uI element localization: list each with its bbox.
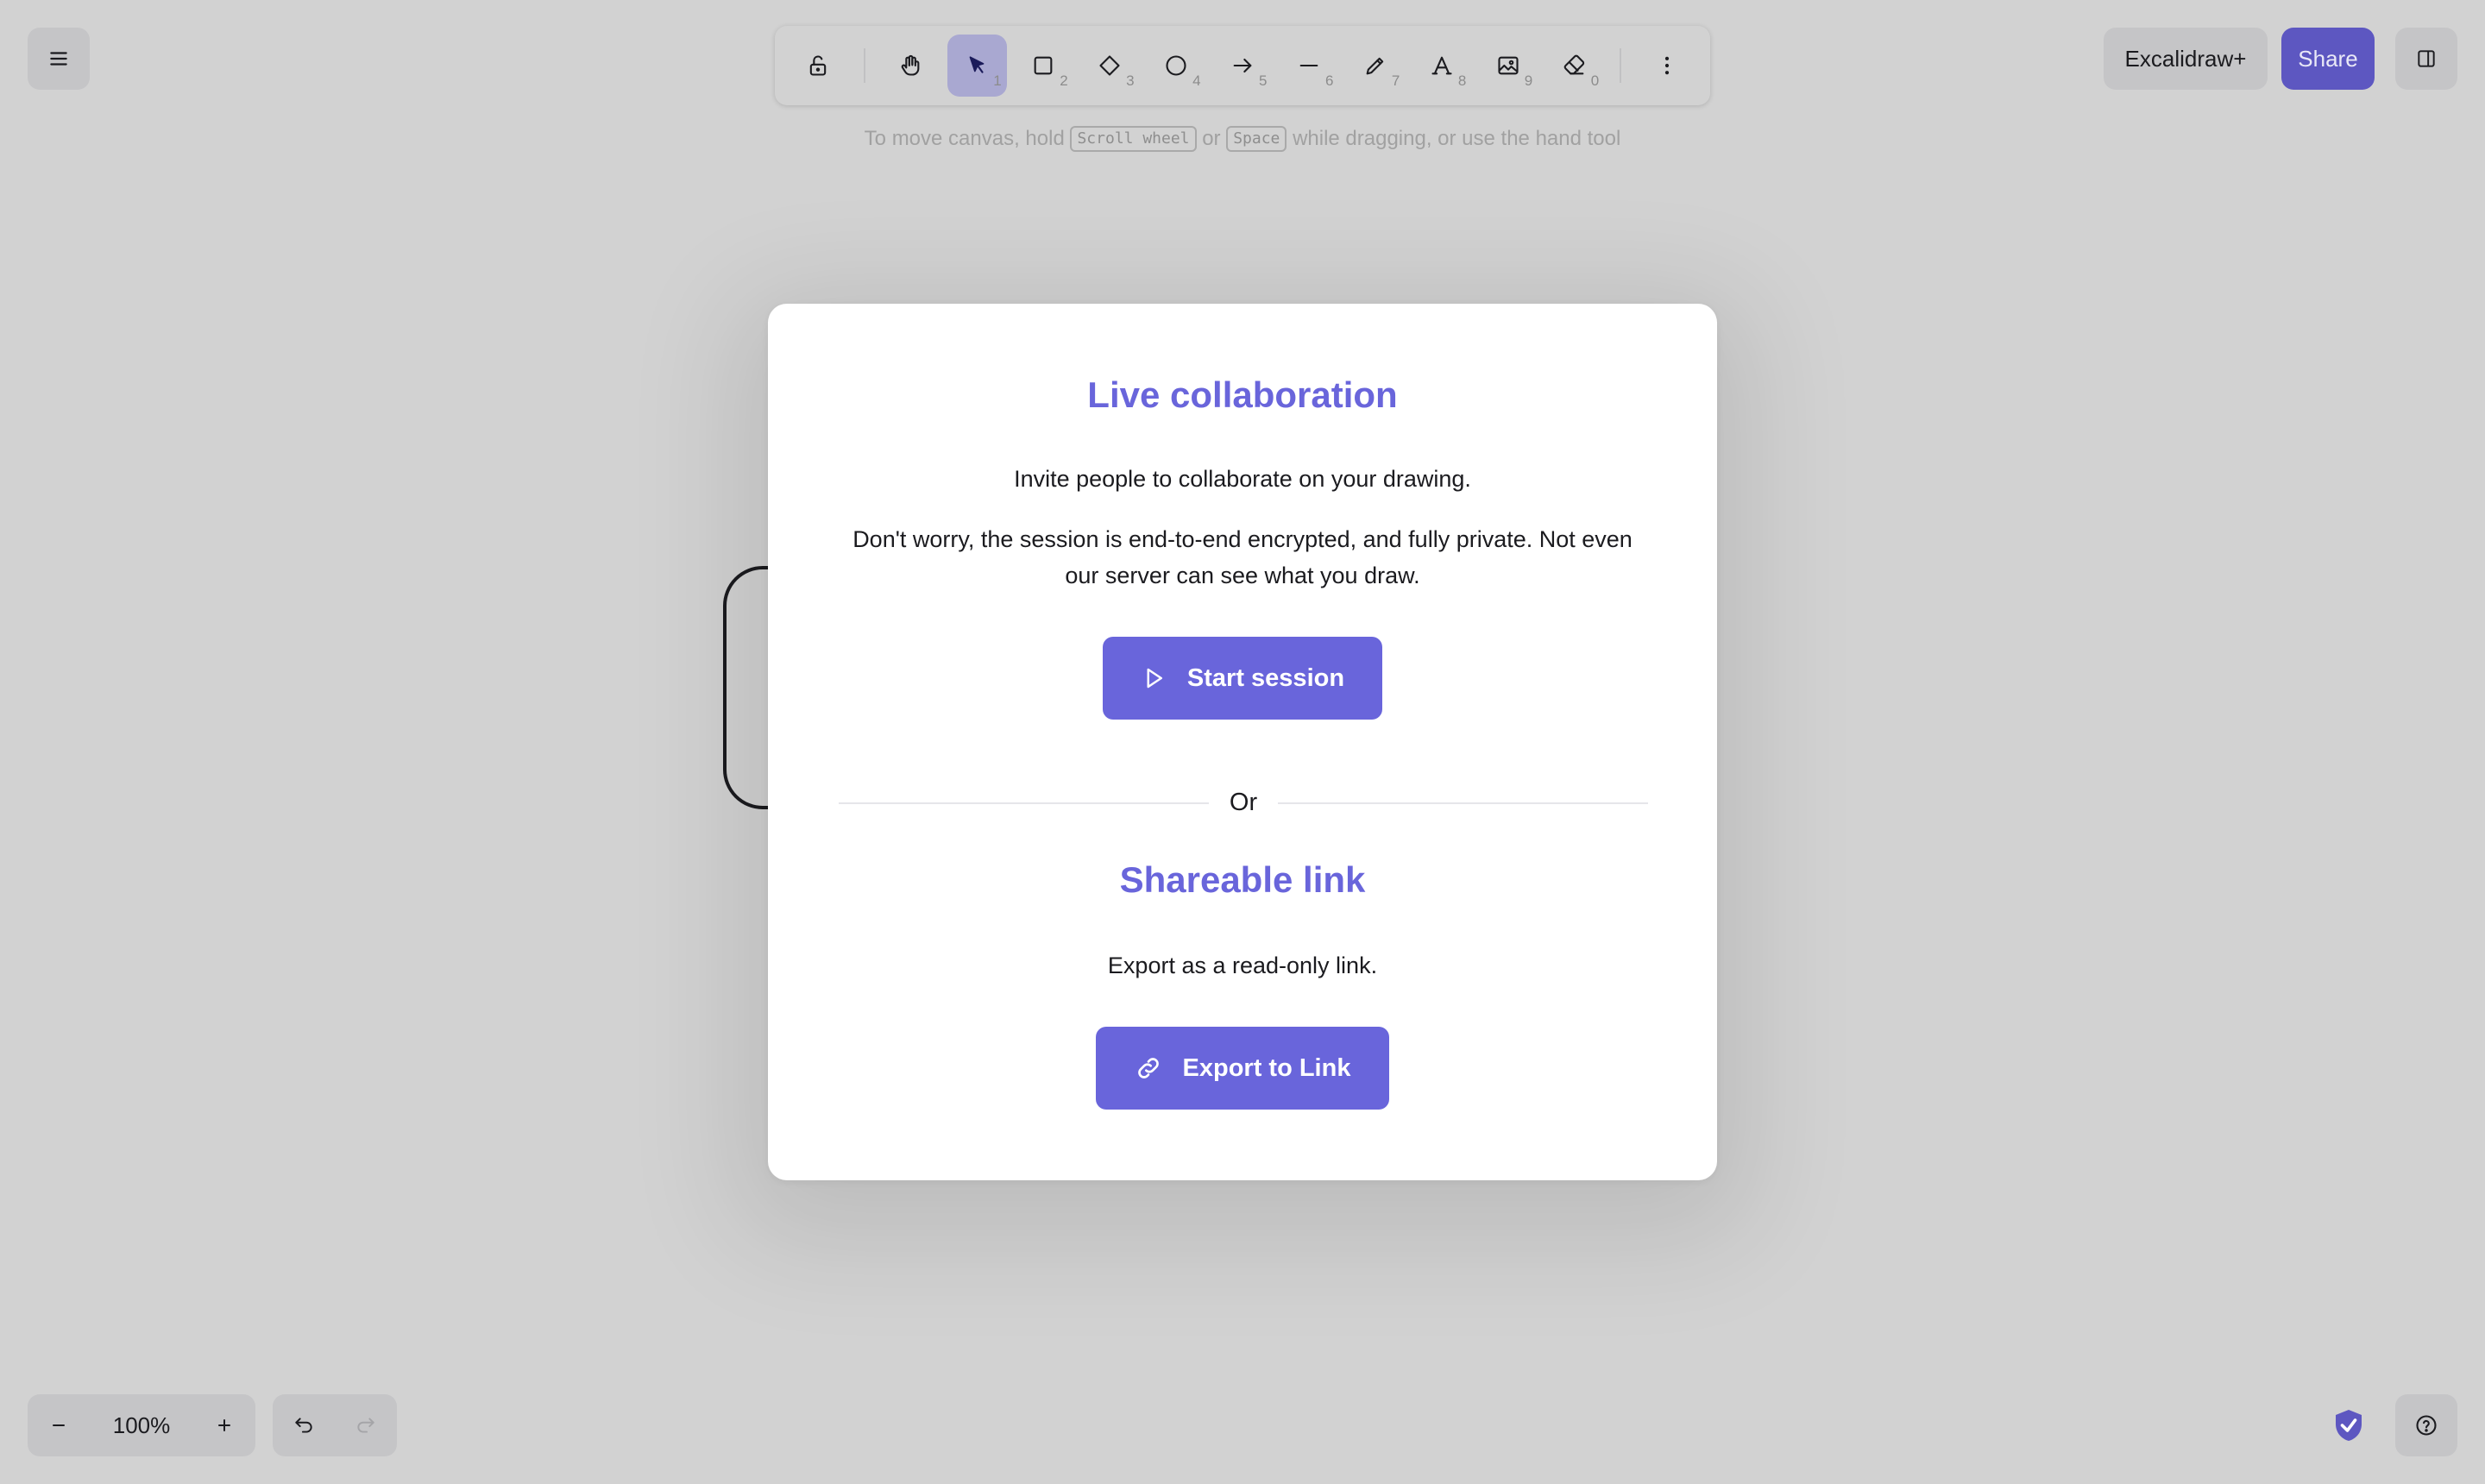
tool-eraser[interactable]: 0 bbox=[1544, 35, 1604, 97]
tool-text[interactable]: 8 bbox=[1412, 35, 1471, 97]
share-button[interactable]: Share bbox=[2281, 28, 2375, 90]
ellipse-icon bbox=[1166, 55, 1186, 76]
image-icon bbox=[1498, 56, 1519, 75]
undo-button[interactable] bbox=[273, 1394, 335, 1456]
redo-icon bbox=[357, 1418, 374, 1433]
tool-diamond[interactable]: 3 bbox=[1080, 35, 1140, 97]
export-to-link-label: Export to Link bbox=[1182, 1053, 1351, 1082]
history-controls bbox=[273, 1394, 397, 1456]
tool-rectangle[interactable]: 2 bbox=[1014, 35, 1073, 97]
plus-icon bbox=[218, 1419, 230, 1431]
start-session-label: Start session bbox=[1186, 663, 1345, 692]
undo-icon bbox=[295, 1418, 312, 1433]
tool-key-hint: 5 bbox=[1259, 72, 1268, 89]
or-divider: Or bbox=[839, 789, 1648, 817]
eraser-icon bbox=[1563, 54, 1584, 75]
tool-key-hint: 2 bbox=[1060, 72, 1068, 89]
shield-check-icon bbox=[2336, 1410, 2362, 1441]
sidebar-icon bbox=[2418, 50, 2435, 67]
hand-icon bbox=[902, 54, 920, 76]
tool-key-hint: 8 bbox=[1457, 72, 1467, 89]
export-to-link-button[interactable]: Export to Link bbox=[1096, 1027, 1389, 1110]
start-session-button[interactable]: Start session bbox=[1103, 637, 1382, 720]
shapes-toolbar: 1 2 3 4 5 6 7 8 9 0 bbox=[775, 26, 1710, 105]
pointer-icon bbox=[969, 56, 985, 73]
redo-button[interactable] bbox=[335, 1394, 397, 1456]
shareable-link-title: Shareable link bbox=[1119, 859, 1366, 900]
main-menu-button[interactable] bbox=[28, 28, 90, 90]
share-dialog: Live collaboration Invite people to coll… bbox=[768, 304, 1717, 1180]
hint-text: while dragging, or use the hand tool bbox=[1293, 127, 1621, 150]
link-icon bbox=[1137, 1058, 1159, 1078]
tool-lock[interactable] bbox=[789, 35, 848, 97]
tool-key-hint: 4 bbox=[1192, 72, 1201, 89]
help-icon bbox=[2416, 1415, 2437, 1436]
or-label: Or bbox=[1229, 789, 1258, 816]
invite-text: Invite people to collaborate on your dra… bbox=[1014, 466, 1471, 492]
text-icon bbox=[1431, 56, 1452, 75]
zoom-out-button[interactable] bbox=[28, 1394, 90, 1456]
toolbar-divider bbox=[1620, 48, 1622, 83]
pencil-icon bbox=[1366, 57, 1384, 75]
encryption-status[interactable] bbox=[2325, 1401, 2373, 1449]
tool-key-hint: 7 bbox=[1391, 72, 1400, 89]
hint-text: To move canvas, hold bbox=[864, 127, 1065, 150]
arrow-right-icon bbox=[1233, 58, 1252, 73]
divider-line bbox=[1278, 802, 1648, 804]
excalidraw-plus-button[interactable]: Excalidraw+ bbox=[2104, 28, 2268, 90]
tool-key-hint: 1 bbox=[993, 72, 1002, 89]
zoom-level[interactable]: 100% bbox=[90, 1412, 193, 1439]
privacy-text: Don't worry, the session is end-to-end e… bbox=[852, 526, 1633, 588]
rectangle-icon bbox=[1034, 56, 1053, 75]
kbd-space: Space bbox=[1226, 126, 1287, 152]
tool-key-hint: 6 bbox=[1324, 72, 1334, 89]
hamburger-icon bbox=[50, 52, 67, 66]
toolbar-divider bbox=[863, 48, 865, 83]
tool-draw[interactable]: 7 bbox=[1345, 35, 1405, 97]
more-vertical-icon bbox=[1664, 56, 1669, 75]
play-icon bbox=[1147, 668, 1162, 689]
divider-line bbox=[839, 802, 1209, 804]
tool-ellipse[interactable]: 4 bbox=[1147, 35, 1206, 97]
tool-key-hint: 3 bbox=[1126, 72, 1135, 89]
unlock-icon bbox=[810, 55, 827, 76]
tool-image[interactable]: 9 bbox=[1478, 35, 1538, 97]
help-button[interactable] bbox=[2395, 1394, 2457, 1456]
sidebar-toggle-button[interactable] bbox=[2395, 28, 2457, 90]
tool-arrow[interactable]: 5 bbox=[1213, 35, 1273, 97]
canvas-hint: To move canvas, hold Scroll wheel or Spa… bbox=[0, 126, 2485, 152]
tool-selection[interactable]: 1 bbox=[947, 35, 1007, 97]
tool-key-hint: 0 bbox=[1590, 72, 1600, 89]
diamond-icon bbox=[1099, 55, 1120, 76]
kbd-scroll-wheel: Scroll wheel bbox=[1070, 126, 1197, 152]
live-collaboration-title: Live collaboration bbox=[1087, 374, 1398, 415]
line-icon bbox=[1299, 64, 1318, 67]
export-text: Export as a read-only link. bbox=[1107, 953, 1378, 978]
zoom-controls: 100% bbox=[28, 1394, 255, 1456]
more-tools-button[interactable] bbox=[1637, 35, 1696, 97]
tool-line[interactable]: 6 bbox=[1279, 35, 1338, 97]
zoom-in-button[interactable] bbox=[193, 1394, 255, 1456]
tool-hand[interactable] bbox=[881, 35, 941, 97]
minus-icon bbox=[53, 1424, 65, 1426]
hint-text: or bbox=[1202, 127, 1221, 150]
tool-key-hint: 9 bbox=[1524, 72, 1533, 89]
